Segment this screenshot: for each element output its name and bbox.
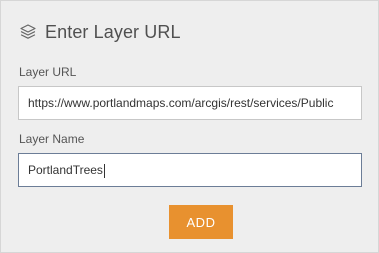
layers-icon xyxy=(19,23,37,41)
layer-url-input[interactable]: https://www.portlandmaps.com/arcgis/rest… xyxy=(18,86,362,120)
text-caret xyxy=(103,163,105,178)
enter-layer-url-panel: Enter Layer URL Layer URL https://www.po… xyxy=(0,0,379,253)
layer-name-label: Layer Name xyxy=(19,132,85,146)
layer-name-value: PortlandTrees xyxy=(28,163,103,177)
layer-url-label: Layer URL xyxy=(19,65,77,79)
panel-header: Enter Layer URL xyxy=(19,19,181,45)
layer-name-input[interactable]: PortlandTrees xyxy=(18,153,362,187)
layer-url-value: https://www.portlandmaps.com/arcgis/rest… xyxy=(28,96,334,110)
add-button[interactable]: ADD xyxy=(169,205,233,239)
panel-title: Enter Layer URL xyxy=(45,21,181,42)
